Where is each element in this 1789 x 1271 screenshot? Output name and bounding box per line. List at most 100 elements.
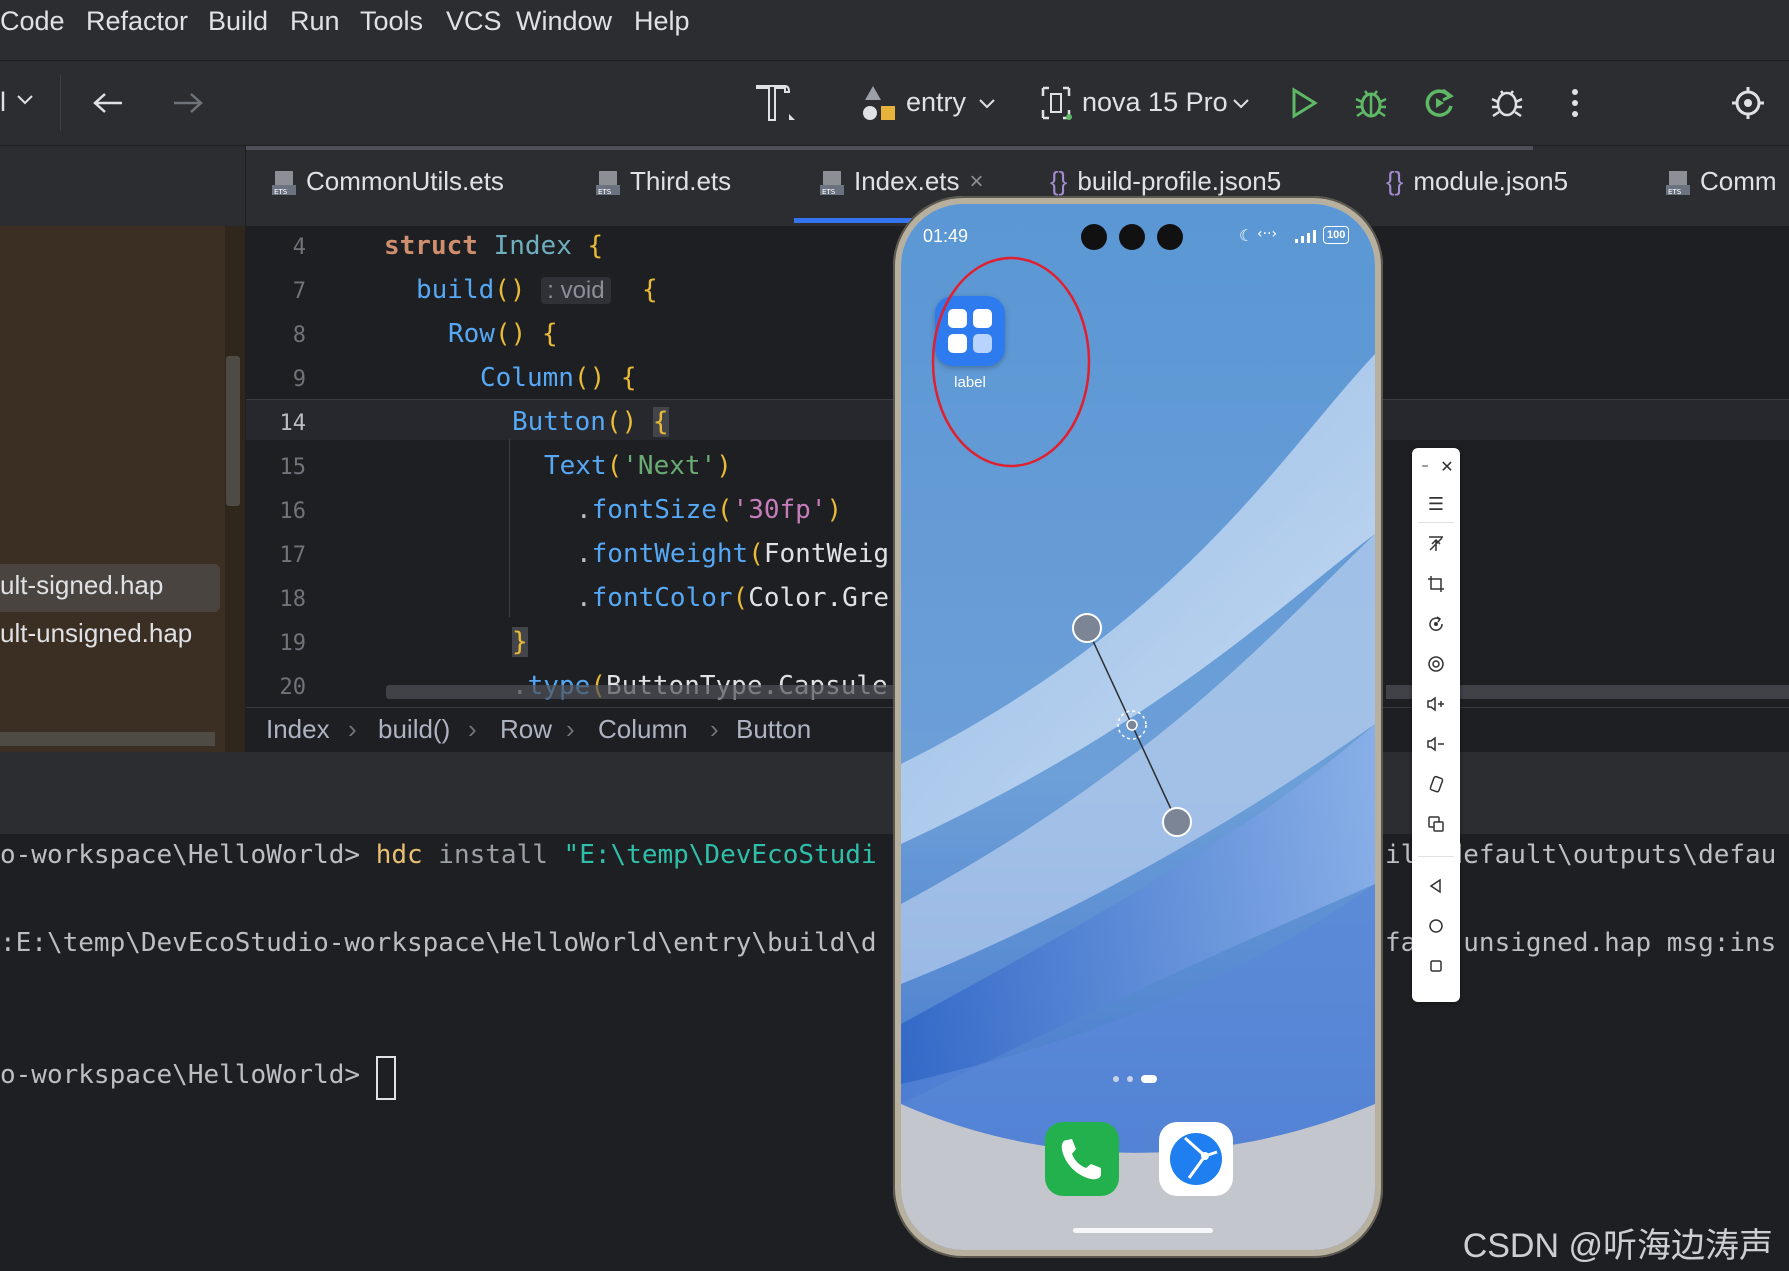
tab-third[interactable]: ETS Third.ets bbox=[594, 166, 731, 197]
entry-module-icon[interactable] bbox=[858, 81, 898, 125]
chevron-down-icon[interactable] bbox=[976, 93, 998, 115]
terminal-line: :E:\temp\DevEcoStudio-workspace\HelloWor… bbox=[0, 928, 877, 958]
breadcrumb-separator: › bbox=[566, 714, 575, 744]
screenshot-icon[interactable] bbox=[1422, 650, 1450, 678]
multi-window-icon[interactable] bbox=[1422, 810, 1450, 838]
line-number: 18 bbox=[279, 587, 307, 612]
terminal-line: o-workspace\HelloWorld> hdc install "E:\… bbox=[0, 840, 877, 870]
tab-label: Index.ets bbox=[854, 166, 960, 196]
home-nav-icon[interactable] bbox=[1422, 912, 1450, 940]
tab-commonutils[interactable]: ETS CommonUtils.ets bbox=[270, 166, 504, 197]
code-line: .fontColor(Color.Gre bbox=[576, 583, 890, 613]
breadcrumb-item[interactable]: Index bbox=[266, 714, 330, 745]
tab-comm[interactable]: ETS Comm bbox=[1664, 166, 1777, 197]
debug-icon[interactable] bbox=[1352, 83, 1390, 123]
tab-label: Third.ets bbox=[630, 166, 732, 196]
emulator-side-toolbar: – ✕ ☰ bbox=[1412, 448, 1460, 1002]
status-time: 01:49 bbox=[923, 226, 969, 246]
line-number: 19 bbox=[279, 631, 307, 656]
menu-help[interactable]: Help bbox=[634, 6, 690, 37]
line-number: 9 bbox=[292, 367, 306, 392]
terminal-path: "E:\temp\DevEcoStudi bbox=[563, 840, 877, 870]
hammer-icon[interactable] bbox=[752, 79, 798, 125]
phone-screen[interactable]: 01:49 ☾ ‹··› 100 label bbox=[901, 204, 1375, 1250]
run-config-label[interactable]: entry bbox=[906, 87, 966, 118]
volume-up-icon[interactable] bbox=[1422, 690, 1450, 718]
ets-file-icon: ETS bbox=[1664, 169, 1690, 196]
menu-refactor[interactable]: Refactor bbox=[86, 6, 188, 37]
project-scrollbar[interactable] bbox=[226, 356, 240, 506]
page-dot bbox=[1113, 1076, 1119, 1082]
pin-top-icon[interactable] bbox=[1422, 530, 1450, 558]
ets-file-icon: ETS bbox=[270, 169, 296, 196]
chevron-down-icon[interactable] bbox=[14, 89, 36, 111]
tab-label: Comm bbox=[1700, 166, 1777, 196]
device-label[interactable]: nova 15 Pro bbox=[1082, 87, 1228, 118]
line-number: 8 bbox=[292, 323, 306, 348]
project-file-signed-hap[interactable]: ult-signed.hap bbox=[0, 570, 163, 601]
code-line: Column() { bbox=[480, 363, 637, 393]
shake-icon[interactable] bbox=[1422, 770, 1450, 798]
back-arrow-icon[interactable] bbox=[90, 85, 126, 121]
tab-build-profile[interactable]: {} build-profile.json5 bbox=[1050, 166, 1281, 197]
svg-text:ETS: ETS bbox=[822, 188, 836, 196]
minimize-icon[interactable]: – bbox=[1416, 452, 1434, 480]
indent-guide bbox=[509, 439, 510, 617]
tab-close-icon[interactable]: × bbox=[970, 168, 984, 196]
sidebar-divider bbox=[1418, 856, 1454, 857]
chevron-down-icon[interactable] bbox=[1230, 93, 1252, 115]
ets-file-icon: ETS bbox=[594, 169, 620, 196]
volume-down-icon[interactable] bbox=[1422, 730, 1450, 758]
svg-text:ETS: ETS bbox=[598, 188, 612, 196]
tabbar-top-scroll bbox=[246, 146, 1533, 150]
home-indicator[interactable] bbox=[1073, 1228, 1213, 1233]
json-braces-icon: {} bbox=[1386, 166, 1404, 196]
tab-label: CommonUtils.ets bbox=[306, 166, 504, 196]
attach-debugger-icon[interactable] bbox=[1488, 83, 1526, 123]
watermark: CSDN @听海边涛声 bbox=[1462, 1227, 1773, 1265]
more-icon[interactable] bbox=[1560, 83, 1590, 123]
breadcrumb-separator: › bbox=[348, 714, 357, 744]
terminal-subcommand: install bbox=[422, 840, 564, 870]
code-line: Row() { bbox=[448, 319, 558, 349]
menu-vcs[interactable]: VCS bbox=[446, 6, 502, 37]
code-line: Button() { bbox=[512, 407, 669, 437]
breadcrumb-item[interactable]: build() bbox=[378, 714, 450, 745]
project-file-unsigned-hap[interactable]: ult-unsigned.hap bbox=[0, 618, 192, 649]
breadcrumb-item[interactable]: Row bbox=[500, 714, 552, 745]
settings-icon[interactable] bbox=[1728, 83, 1768, 123]
line-number: 20 bbox=[279, 675, 307, 700]
rotate-icon[interactable] bbox=[1422, 610, 1450, 638]
terminal-command: hdc bbox=[375, 840, 423, 870]
tab-index[interactable]: ETS Index.ets × bbox=[818, 166, 984, 197]
camera-cutout bbox=[1119, 224, 1145, 250]
back-nav-icon[interactable] bbox=[1422, 872, 1450, 900]
breadcrumb-item[interactable]: Column bbox=[598, 714, 688, 745]
menu-icon[interactable]: ☰ bbox=[1422, 490, 1450, 518]
moon-icon: ☾ bbox=[1239, 226, 1254, 245]
phone-app-icon[interactable] bbox=[1045, 1122, 1119, 1196]
crop-icon[interactable] bbox=[1422, 570, 1450, 598]
tab-label: build-profile.json5 bbox=[1077, 166, 1282, 196]
line-number: 4 bbox=[292, 235, 306, 260]
close-icon[interactable]: ✕ bbox=[1438, 452, 1456, 480]
menu-code[interactable]: Code bbox=[0, 6, 65, 37]
device-icon[interactable] bbox=[1038, 83, 1074, 123]
menu-window[interactable]: Window bbox=[516, 6, 612, 37]
recent-nav-icon[interactable] bbox=[1422, 952, 1450, 980]
gesture-overlay[interactable] bbox=[1071, 604, 1211, 844]
project-hscrollbar[interactable] bbox=[0, 732, 215, 746]
forward-arrow-icon[interactable] bbox=[170, 85, 206, 121]
browser-app-icon[interactable] bbox=[1159, 1122, 1233, 1196]
menu-build[interactable]: Build bbox=[208, 6, 268, 37]
line-number: 14 bbox=[279, 411, 307, 436]
menu-run[interactable]: Run bbox=[290, 6, 340, 37]
inlay-hint: : void bbox=[541, 277, 611, 304]
tab-module-json[interactable]: {} module.json5 bbox=[1386, 166, 1568, 197]
network-icon: ‹··› bbox=[1257, 226, 1278, 242]
rerun-icon[interactable] bbox=[1420, 83, 1458, 123]
breadcrumb-item[interactable]: Button bbox=[736, 714, 811, 745]
menu-tools[interactable]: Tools bbox=[360, 6, 423, 37]
project-dropdown-label[interactable]: l bbox=[0, 87, 6, 118]
run-icon[interactable] bbox=[1286, 83, 1322, 123]
